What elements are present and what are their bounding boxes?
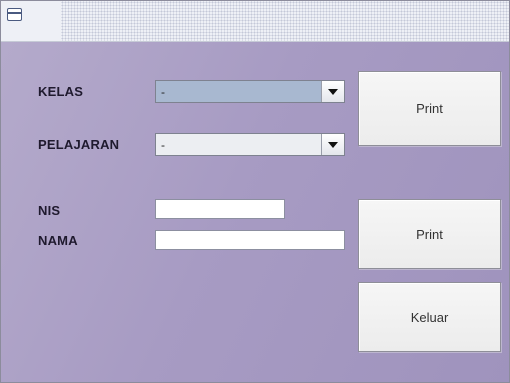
pelajaran-combobox[interactable]: - xyxy=(155,133,345,156)
form-panel: KELAS - PELAJARAN - NIS NAMA Print Print… xyxy=(1,42,509,382)
app-window: KELAS - PELAJARAN - NIS NAMA Print Print… xyxy=(0,0,510,383)
print-class-button[interactable]: Print xyxy=(358,71,501,146)
print-student-button[interactable]: Print xyxy=(358,199,501,269)
kelas-combobox[interactable]: - xyxy=(155,80,345,103)
window-icon[interactable] xyxy=(7,8,22,21)
exit-button-label: Keluar xyxy=(410,309,449,325)
title-bar[interactable] xyxy=(1,1,509,42)
pelajaran-label: PELAJARAN xyxy=(38,137,120,152)
kelas-dropdown-button[interactable] xyxy=(321,81,344,102)
nis-input[interactable] xyxy=(155,199,285,219)
chevron-down-icon xyxy=(328,88,338,95)
title-bar-left xyxy=(1,1,61,41)
print-class-button-label: Print xyxy=(416,101,443,116)
pelajaran-dropdown-button[interactable] xyxy=(321,134,344,155)
kelas-selected-value: - xyxy=(161,85,165,99)
print-student-button-label: Print xyxy=(416,226,443,242)
chevron-down-icon xyxy=(328,141,338,148)
nama-label: NAMA xyxy=(38,233,78,248)
pelajaran-selected-value: - xyxy=(161,138,165,152)
exit-button[interactable]: Keluar xyxy=(358,282,501,352)
nama-input[interactable] xyxy=(155,230,345,250)
kelas-label: KELAS xyxy=(38,84,84,99)
nis-label: NIS xyxy=(38,203,61,218)
